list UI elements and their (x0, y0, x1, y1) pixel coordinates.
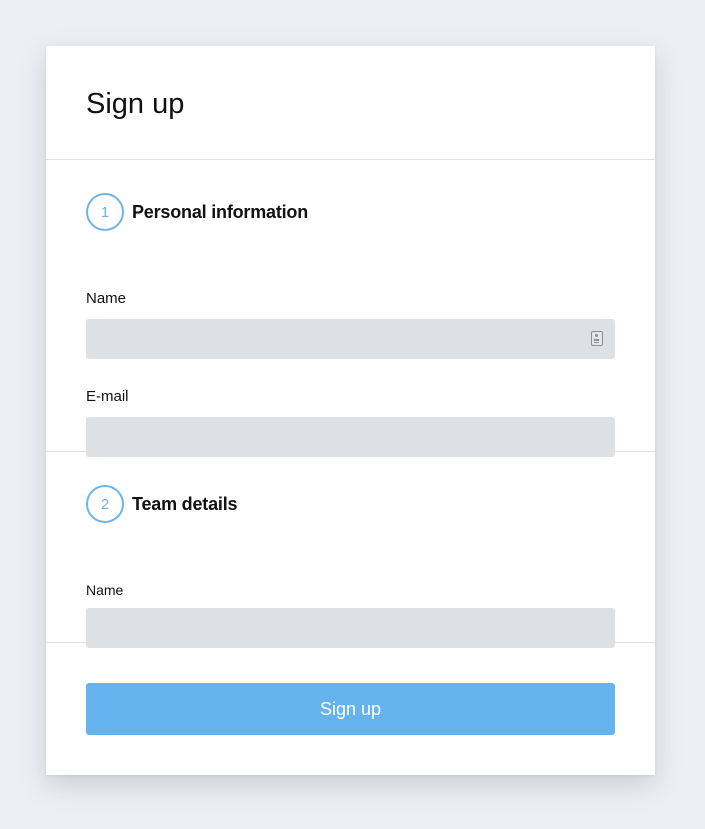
step-number-badge: 1 (86, 193, 124, 231)
email-input[interactable] (86, 417, 615, 457)
section-heading: Team details (132, 493, 238, 514)
contact-card-icon[interactable] (591, 331, 603, 346)
section-heading: Personal information (132, 201, 309, 222)
step-header: 2 Team details (86, 485, 238, 523)
personal-information-section: 1 Personal information Name E-mail (46, 160, 655, 457)
team-details-section: 2 Team details Name (46, 452, 655, 648)
sign-up-button[interactable]: Sign up (86, 683, 615, 735)
step-header: 1 Personal information (86, 193, 308, 231)
team-name-input[interactable] (86, 608, 615, 648)
name-input[interactable] (86, 319, 615, 359)
page-title: Sign up (86, 88, 185, 120)
card-header: Sign up (46, 46, 655, 160)
signup-card: Sign up 1 Personal information Name E-ma… (46, 46, 655, 775)
team-name-label: Name (86, 582, 124, 598)
name-label: Name (86, 290, 127, 307)
email-label: E-mail (86, 388, 129, 405)
step-number-badge: 2 (86, 485, 124, 523)
